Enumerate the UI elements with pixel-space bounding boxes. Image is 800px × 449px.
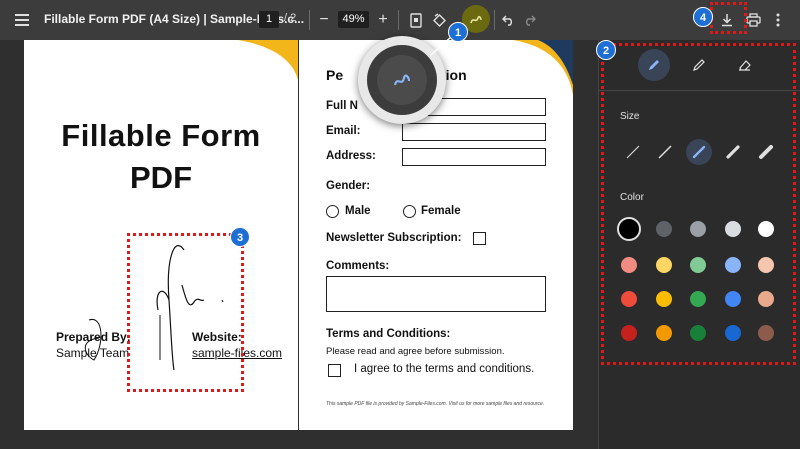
rotate-icon[interactable] — [429, 8, 449, 32]
pdf-toolbar: Fillable Form PDF (A4 Size) | Sample-Fil… — [0, 0, 800, 40]
divider — [309, 10, 310, 30]
callout-box-sidebar — [601, 43, 796, 365]
undo-icon[interactable] — [498, 8, 518, 32]
email-label: Email: — [326, 125, 361, 137]
callout-badge-2: 2 — [596, 40, 616, 60]
page-corner-decoration — [238, 40, 298, 80]
address-label: Address: — [326, 150, 376, 162]
agree-checkbox[interactable] — [328, 364, 341, 377]
comments-field[interactable] — [326, 276, 546, 312]
female-label: Female — [421, 205, 461, 217]
callout-badge-3: 3 — [230, 227, 250, 247]
terms-text: Please read and agree before submission. — [326, 346, 505, 357]
fit-page-icon[interactable] — [406, 8, 426, 32]
callout-box-signature — [127, 233, 244, 392]
page-footer: This sample PDF file is provided by Samp… — [326, 401, 545, 407]
menu-icon[interactable] — [10, 8, 34, 32]
page-corner-decoration — [513, 40, 573, 95]
email-field[interactable] — [402, 123, 546, 141]
zoom-in-button[interactable]: + — [374, 8, 392, 32]
callout-box-download — [710, 2, 747, 34]
address-field[interactable] — [402, 148, 546, 166]
full-name-label: Full N — [326, 100, 358, 112]
page-total: / 2 — [284, 12, 297, 24]
page-heading-line2: PDF — [130, 160, 192, 195]
agree-label: I agree to the terms and conditions. — [354, 363, 535, 375]
callout-badge-4: 4 — [693, 7, 713, 27]
magnified-pen-icon — [377, 55, 427, 105]
more-options-icon[interactable] — [768, 8, 788, 32]
terms-title: Terms and Conditions: — [326, 328, 451, 340]
divider — [494, 10, 495, 30]
zoom-input[interactable]: 49% — [338, 11, 369, 28]
female-radio[interactable] — [403, 205, 416, 218]
male-label: Male — [345, 205, 371, 217]
divider — [398, 10, 399, 30]
page-heading-line1: Fillable Form — [61, 118, 261, 153]
newsletter-label: Newsletter Subscription: — [326, 232, 462, 244]
male-radio[interactable] — [326, 205, 339, 218]
newsletter-checkbox[interactable] — [473, 232, 486, 245]
zoom-out-button[interactable]: − — [315, 8, 333, 32]
redo-icon[interactable] — [519, 8, 539, 32]
page-number-input[interactable]: 1 — [259, 11, 279, 28]
section-title-start: Pe — [326, 67, 344, 83]
callout-badge-1: 1 — [448, 22, 468, 42]
comments-label: Comments: — [326, 260, 390, 272]
gender-label: Gender: — [326, 180, 371, 192]
